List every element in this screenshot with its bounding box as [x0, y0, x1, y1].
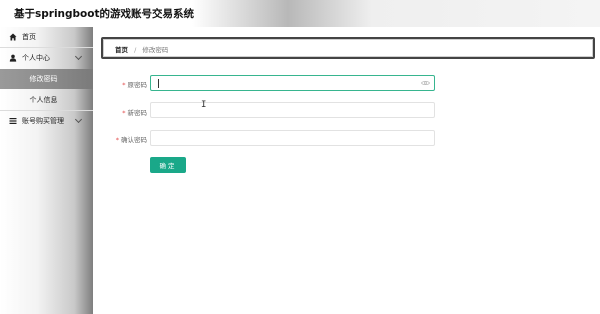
sidebar-item-label: 账号购买管理: [22, 117, 64, 125]
sidebar-item-account-trade[interactable]: 账号购买管理: [0, 111, 93, 131]
submit-button[interactable]: 确定: [150, 157, 186, 173]
sidebar-subitem-personal-info[interactable]: 个人信息: [0, 90, 93, 110]
breadcrumb-home[interactable]: 首页: [115, 46, 128, 54]
chevron-down-icon: [74, 115, 83, 124]
old-password-input[interactable]: [150, 75, 435, 91]
required-mark: *: [115, 136, 119, 144]
confirm-password-label-text: 确认密码: [121, 136, 147, 144]
sidebar-item-label: 首页: [22, 33, 36, 41]
sidebar-subitem-label: 个人信息: [29, 96, 58, 104]
new-password-input[interactable]: [150, 102, 435, 118]
sidebar-subitem-change-password[interactable]: 修改密码: [0, 69, 93, 89]
sidebar: 首页 个人中心 修改密码 个人信息 账号购买管理: [0, 27, 93, 314]
app-header: 基于springboot的游戏账号交易系统: [0, 0, 600, 27]
old-password-label: * 原密码: [87, 79, 147, 89]
sidebar-subitem-label: 修改密码: [29, 75, 58, 83]
required-mark: *: [122, 109, 126, 117]
eye-icon[interactable]: [421, 80, 430, 86]
sidebar-item-home[interactable]: 首页: [0, 27, 93, 47]
new-password-label: * 新密码: [87, 107, 147, 117]
list-icon: [9, 117, 17, 125]
breadcrumb-bar: 首页 / 修改密码: [101, 37, 595, 59]
confirm-password-input[interactable]: [150, 130, 435, 146]
sidebar-item-label: 个人中心: [22, 54, 50, 62]
sidebar-item-personal-center[interactable]: 个人中心: [0, 48, 93, 68]
chevron-down-icon: [74, 52, 83, 61]
breadcrumb-separator: /: [134, 46, 137, 54]
breadcrumb-current: 修改密码: [142, 46, 169, 54]
breadcrumb: 首页 / 修改密码: [115, 44, 168, 54]
old-password-label-text: 原密码: [127, 81, 148, 89]
mouse-text-cursor-icon: I: [201, 100, 207, 110]
required-mark: *: [122, 81, 126, 89]
home-icon: [9, 33, 17, 41]
text-caret: [158, 79, 159, 88]
user-icon: [9, 54, 17, 62]
main-content: 首页 / 修改密码 * 原密码 * 新密码 * 确认密码 确定 I: [93, 27, 600, 314]
new-password-label-text: 新密码: [127, 109, 148, 117]
confirm-password-label: * 确认密码: [87, 134, 147, 144]
app-title: 基于springboot的游戏账号交易系统: [14, 8, 194, 20]
